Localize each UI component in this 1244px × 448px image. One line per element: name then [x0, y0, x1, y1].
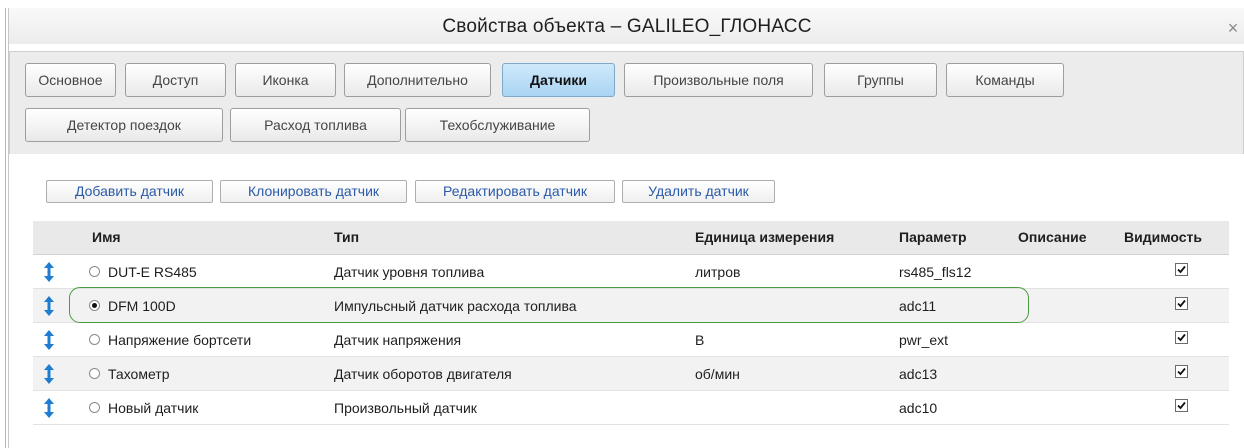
- column-header-visibility[interactable]: Видимость: [1124, 221, 1202, 254]
- tab-basic[interactable]: Основное: [25, 63, 116, 97]
- sensor-parameter: rs485_fls12: [899, 264, 972, 280]
- sensor-type: Импульсный датчик расхода топлива: [334, 298, 577, 314]
- tab-fuel-consumption[interactable]: Расход топлива: [230, 108, 401, 142]
- object-properties-dialog: Свойства объекта – GALILEO_ГЛОНАСС × Осн…: [8, 8, 1244, 448]
- sensor-name: Тахометр: [108, 366, 170, 382]
- close-icon[interactable]: ×: [1225, 19, 1241, 37]
- sensor-type: Датчик оборотов двигателя: [334, 366, 512, 382]
- sensor-parameter: adc11: [899, 298, 937, 314]
- table-row[interactable]: Тахометр Датчик оборотов двигателя об/мин a…: [33, 357, 1229, 391]
- tab-custom-fields[interactable]: Произвольные поля: [624, 63, 813, 97]
- top-clipped-text-strip: [0, 0, 1244, 8]
- table-row[interactable]: DUT-E RS485 Датчик уровня топлива литров rs…: [33, 255, 1229, 289]
- sensor-type: Датчик уровня топлива: [334, 264, 485, 280]
- drag-sort-icon[interactable]: [43, 296, 55, 316]
- sensors-panel: Добавить датчик Клонировать датчик Редак…: [9, 154, 1244, 448]
- sensor-unit: об/мин: [695, 366, 740, 382]
- sensor-name: DFM 100D: [108, 298, 176, 314]
- table-body: DUT-E RS485 Датчик уровня топлива литров rs…: [33, 255, 1229, 425]
- clone-sensor-button[interactable]: Клонировать датчик: [220, 180, 407, 203]
- table-row[interactable]: DFM 100D Импульсный датчик расхода топлив…: [33, 289, 1229, 323]
- tab-icon[interactable]: Иконка: [235, 63, 336, 97]
- table-header: Имя Тип Единица измерения Параметр Описа…: [33, 221, 1229, 255]
- drag-sort-icon[interactable]: [43, 398, 55, 418]
- visibility-checkbox[interactable]: [1175, 263, 1188, 276]
- tab-groups[interactable]: Группы: [824, 63, 937, 97]
- visibility-checkbox[interactable]: [1175, 399, 1188, 412]
- visibility-checkbox[interactable]: [1175, 297, 1188, 310]
- sensor-unit: В: [695, 332, 705, 348]
- edit-sensor-button[interactable]: Редактировать датчик: [415, 180, 615, 203]
- visibility-checkbox[interactable]: [1175, 331, 1188, 344]
- dialog-title: Свойства объекта – GALILEO_ГЛОНАСС: [442, 16, 812, 37]
- visibility-checkbox[interactable]: [1175, 365, 1188, 378]
- drag-sort-icon[interactable]: [43, 330, 55, 350]
- row-select-radio[interactable]: [89, 368, 100, 379]
- sensor-parameter: adc10: [899, 400, 938, 416]
- sensor-parameter: adc13: [899, 366, 938, 382]
- sensor-name: DUT-E RS485: [108, 264, 197, 280]
- sensor-name: Напряжение бортсети: [108, 332, 252, 348]
- row-select-radio[interactable]: [89, 266, 100, 277]
- tab-bar: Основное Доступ Иконка Дополнительно Дат…: [9, 51, 1244, 155]
- delete-sensor-button[interactable]: Удалить датчик: [622, 180, 775, 203]
- sensor-name: Новый датчик: [108, 400, 199, 416]
- column-header-parameter[interactable]: Параметр: [899, 221, 967, 254]
- column-header-type[interactable]: Тип: [334, 221, 359, 254]
- sensor-unit: литров: [695, 264, 741, 280]
- dialog-titlebar[interactable]: Свойства объекта – GALILEO_ГЛОНАСС ×: [9, 8, 1244, 44]
- tab-trip-detector[interactable]: Детектор поездок: [25, 108, 223, 142]
- drag-sort-icon[interactable]: [43, 262, 55, 282]
- add-sensor-button[interactable]: Добавить датчик: [46, 180, 213, 203]
- tab-maintenance[interactable]: Техобслуживание: [405, 108, 590, 142]
- tab-additional[interactable]: Дополнительно: [344, 63, 491, 97]
- tab-sensors[interactable]: Датчики: [502, 63, 615, 97]
- sensor-type: Произвольный датчик: [334, 400, 477, 416]
- sensor-parameter: pwr_ext: [899, 332, 949, 348]
- table-row[interactable]: Новый датчик Произвольный датчик adc10: [33, 391, 1229, 425]
- tab-commands[interactable]: Команды: [946, 63, 1064, 97]
- column-header-unit[interactable]: Единица измерения: [695, 221, 834, 254]
- left-window-edge: [5, 8, 6, 448]
- column-header-description[interactable]: Описание: [1018, 221, 1087, 254]
- sensor-type: Датчик напряжения: [334, 332, 462, 348]
- sensors-table: Имя Тип Единица измерения Параметр Описа…: [33, 221, 1229, 425]
- row-select-radio[interactable]: [89, 300, 100, 311]
- drag-sort-icon[interactable]: [43, 364, 55, 384]
- row-select-radio[interactable]: [89, 402, 100, 413]
- row-select-radio[interactable]: [89, 334, 100, 345]
- tab-access[interactable]: Доступ: [125, 63, 226, 97]
- column-header-name[interactable]: Имя: [92, 221, 121, 254]
- table-row[interactable]: Напряжение бортсети Датчик напряжения Вpwr…: [33, 323, 1229, 357]
